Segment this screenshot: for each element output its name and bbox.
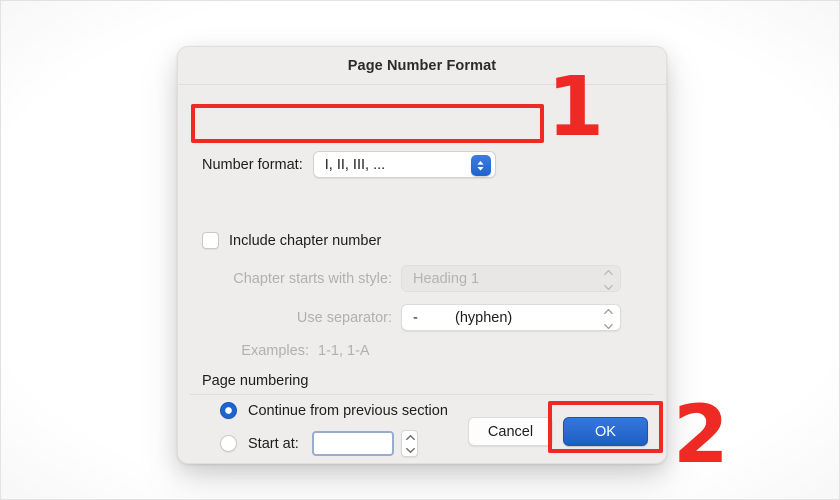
examples-row: Examples: 1-1, 1-A [202,343,370,359]
use-separator-label: Use separator: [202,310,392,326]
start-at-option[interactable]: Start at: [220,430,418,457]
chevron-up-down-icon [602,309,612,328]
number-format-row: Number format: I, II, III, ... [202,151,496,178]
start-at-radio-button[interactable] [220,435,237,452]
chapter-style-row: Chapter starts with style: Heading 1 [202,265,621,292]
continue-radio-button[interactable] [220,402,237,419]
start-at-label: Start at: [248,436,299,452]
include-chapter-number-label: Include chapter number [229,233,381,249]
use-separator-row: Use separator: - (hyphen) [202,304,621,331]
use-separator-dropdown[interactable]: - (hyphen) [401,304,621,331]
screenshot-canvas: Page Number Format Number format: I, II,… [0,0,840,500]
number-format-value: I, II, III, ... [325,157,385,173]
number-format-dropdown[interactable]: I, II, III, ... [313,151,496,178]
footer-separator [190,394,654,395]
chevron-up-down-icon [602,270,612,289]
page-numbering-section-label: Page numbering [202,373,308,389]
annotation-step-1: 1 [547,67,604,149]
chapter-style-dropdown[interactable]: Heading 1 [401,265,621,292]
number-format-label: Number format: [202,157,303,173]
chapter-style-label: Chapter starts with style: [202,271,392,287]
annotation-box-number-format [191,104,544,143]
continue-from-previous-section-option[interactable]: Continue from previous section [220,402,448,419]
stepper-up-down-icon[interactable] [401,430,418,457]
start-at-input[interactable] [312,431,394,456]
cancel-button[interactable]: Cancel [468,417,553,446]
include-chapter-number-row[interactable]: Include chapter number [202,232,381,249]
include-chapter-number-checkbox[interactable] [202,232,219,249]
chapter-style-value: Heading 1 [413,271,479,287]
continue-radio-label: Continue from previous section [248,403,448,419]
separator-symbol: - [413,310,455,326]
annotation-box-ok-button [548,401,663,453]
examples-value: 1-1, 1-A [318,343,370,359]
annotation-step-2: 2 [673,395,729,475]
separator-name: (hyphen) [455,310,512,326]
examples-label: Examples: [202,343,309,359]
chevron-up-down-icon[interactable] [471,155,491,176]
